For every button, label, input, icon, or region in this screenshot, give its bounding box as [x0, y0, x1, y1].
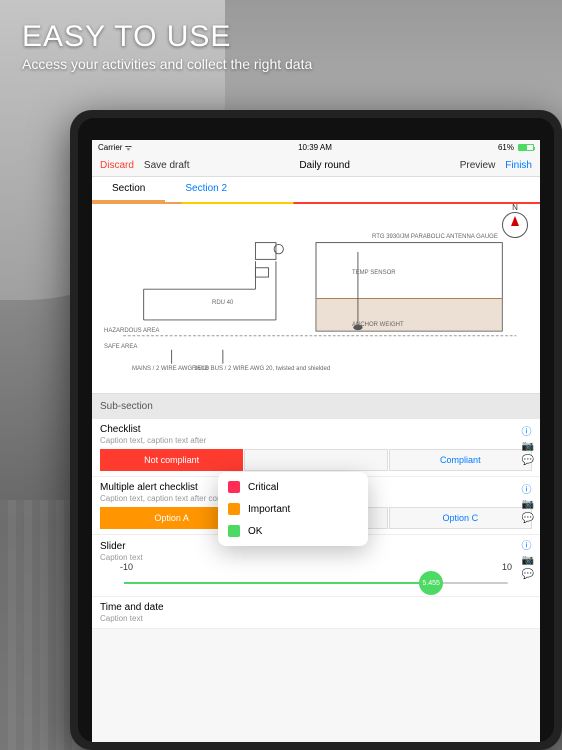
label-rtg: RTG 3930/JM PARABOLIC ANTENNA GAUGE [372, 234, 498, 241]
multi-option-c[interactable]: Option C [389, 507, 532, 529]
info-icon[interactable]: ⓘ [522, 423, 534, 438]
comment-icon[interactable]: 💬 [522, 455, 534, 466]
comment-icon[interactable]: 💬 [522, 569, 534, 580]
popover-critical[interactable]: Critical [218, 476, 368, 498]
slider-min: -10 [120, 562, 133, 572]
popover-important-label: Important [248, 504, 290, 515]
checklist-row: Checklist Caption text, caption text aft… [92, 419, 540, 477]
tab-section[interactable]: Section [92, 177, 165, 202]
slider-max: 10 [502, 562, 512, 572]
label-fieldbus: FIELD BUS / 2 WIRE AWG 20, twisted and s… [192, 366, 330, 373]
status-time: 10:39 AM [298, 143, 332, 152]
label-temp: TEMP SENSOR [352, 270, 396, 277]
page-title: Daily round [299, 160, 350, 171]
checklist-title: Checklist [100, 424, 532, 435]
hero-title: EASY TO USE [22, 20, 312, 54]
timedate-row: Time and date Caption text [92, 597, 540, 629]
save-draft-button[interactable]: Save draft [144, 160, 190, 171]
swatch-critical-icon [228, 481, 240, 493]
battery-icon [518, 144, 534, 151]
checklist-not-compliant[interactable]: Not compliant [100, 449, 243, 471]
compass-icon [502, 212, 528, 238]
comment-icon[interactable]: 💬 [522, 513, 534, 524]
timedate-title: Time and date [100, 602, 532, 613]
info-icon[interactable]: ⓘ [522, 481, 534, 496]
label-anchor: ANCHOR WEIGHT [352, 322, 404, 329]
label-rdu: RDU 40 [212, 300, 233, 307]
schematic-diagram[interactable]: RTG 3930/JM PARABOLIC ANTENNA GAUGE TEMP… [92, 204, 540, 394]
status-bar: Carrier ᯤ 10:39 AM 61% [92, 140, 540, 155]
camera-icon[interactable]: 📷 [522, 441, 534, 452]
finish-button[interactable]: Finish [505, 160, 532, 171]
severity-popover: Critical Important OK [218, 472, 368, 546]
slider-fill [124, 582, 431, 584]
swatch-important-icon [228, 503, 240, 515]
battery-percent: 61% [498, 143, 514, 152]
popover-ok-label: OK [248, 526, 262, 537]
camera-icon[interactable]: 📷 [522, 555, 534, 566]
slider-caption: Caption text [100, 553, 532, 562]
popover-ok[interactable]: OK [218, 520, 368, 542]
popover-critical-label: Critical [248, 482, 279, 493]
wifi-icon: ᯤ [125, 143, 132, 152]
hero-text: EASY TO USE Access your activities and c… [22, 20, 312, 72]
info-icon[interactable]: ⓘ [522, 537, 534, 552]
label-hazardous: HAZARDOUS AREA [104, 328, 159, 335]
label-safe: SAFE AREA [104, 344, 137, 351]
hero-subtitle: Access your activities and collect the r… [22, 56, 312, 72]
checklist-caption: Caption text, caption text after [100, 436, 532, 445]
subsection-header: Sub-section [92, 394, 540, 419]
tab-section-2[interactable]: Section 2 [165, 177, 247, 202]
preview-button[interactable]: Preview [460, 160, 496, 171]
tablet-frame: Carrier ᯤ 10:39 AM 61% Discard Save draf… [70, 110, 562, 750]
camera-icon[interactable]: 📷 [522, 499, 534, 510]
carrier-label: Carrier ᯤ [98, 142, 132, 153]
app-screen: Carrier ᯤ 10:39 AM 61% Discard Save draf… [92, 140, 540, 742]
tab-bar: Section Section 2 [92, 177, 540, 202]
popover-important[interactable]: Important [218, 498, 368, 520]
timedate-caption: Caption text [100, 614, 532, 623]
nav-bar: Discard Save draft Daily round Preview F… [92, 155, 540, 177]
slider-track[interactable]: 5.455 [124, 582, 508, 584]
swatch-ok-icon [228, 525, 240, 537]
discard-button[interactable]: Discard [100, 160, 134, 171]
checklist-compliant[interactable]: Compliant [389, 449, 532, 471]
slider-thumb[interactable]: 5.455 [419, 571, 443, 595]
checklist-middle[interactable] [244, 449, 387, 471]
